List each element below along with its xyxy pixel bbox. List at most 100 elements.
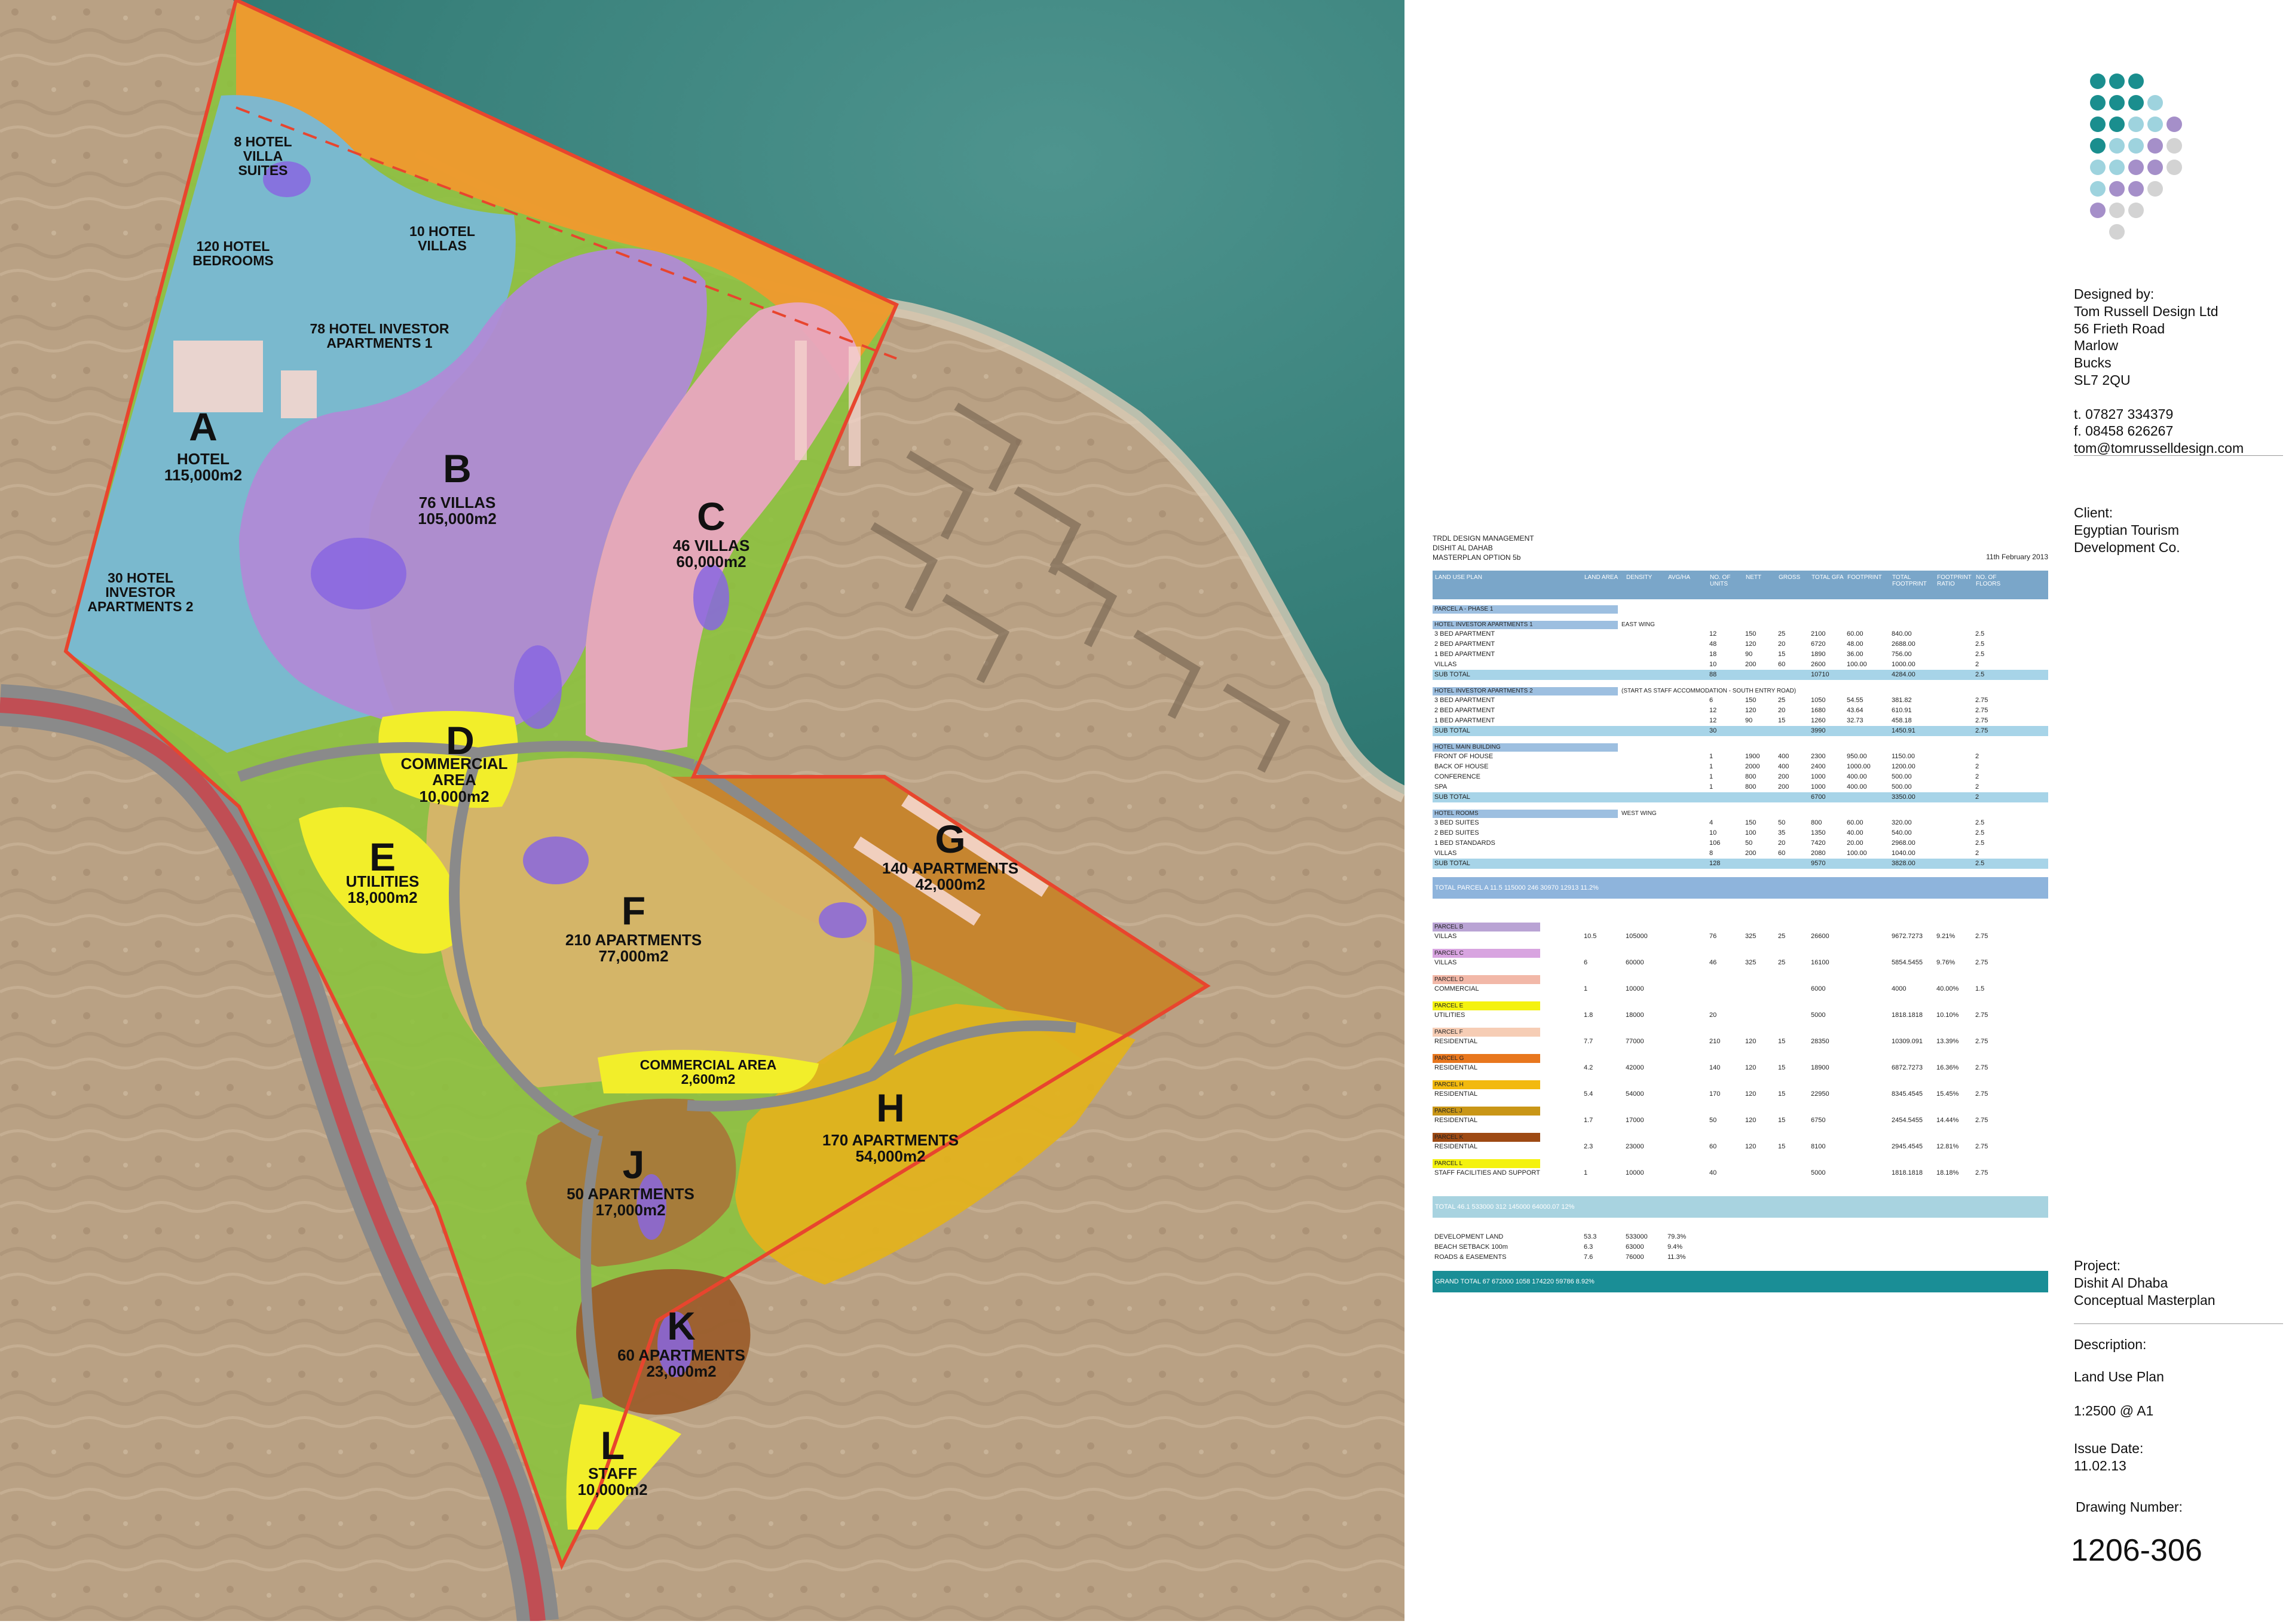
table-cell: 105000 [1626,933,1648,940]
table-cell: 6872.7273 [1892,1064,1923,1071]
table-cell [1582,762,1624,772]
table-cell: 1 [1709,763,1713,770]
table-row: VILLAS 8 200 60 2080 100.00 1040.00 2 [1433,848,2048,859]
table-cell [1624,660,1666,670]
table-cell [1935,649,1973,660]
table-row: SUB TOTAL 30 3990 1450.91 2.75 [1433,726,2048,736]
table-row: VILLAS 6 60000 46 325 25 16100 5854.5455 9.76% 2.… [1433,958,2048,968]
logo-dot [2128,95,2144,111]
table-cell: 1818.1818 [1892,1169,1923,1176]
table-cell: 2.75 [1975,1143,1988,1150]
parcel-tag: PARCEL G [1433,1054,1540,1063]
table-row: 2 BED APARTMENT 12 120 20 1680 43.64 610.91 2.7… [1433,706,2048,716]
project-line: Dishit Al Dhaba [2074,1274,2168,1291]
table-cell: 2.5 [1975,860,1985,867]
designer-email[interactable]: tom@tomrusselldesign.com [2074,440,2244,457]
table-cell: 3350.00 [1892,793,1915,801]
table-cell [1935,752,1973,762]
column-header: LAND USE PLAN [1435,574,1482,581]
table-cell: 28350 [1811,1038,1829,1045]
table-cell [1582,649,1624,660]
table-cell: 2 [1975,773,1979,780]
table-cell: 800 [1745,783,1757,790]
logo-dot [2090,95,2106,111]
divider [2074,455,2283,456]
table-cell: 150 [1745,697,1757,704]
parcel-tag: PARCEL K [1433,1133,1540,1142]
table-cell [1666,984,1708,994]
parcel-g-label: 140 APARTMENTS 42,000m2 [882,859,1019,894]
group-title: HOTEL MAIN BUILDING [1433,743,1618,752]
table-cell: 10309.091 [1892,1038,1923,1045]
table-cell [1776,1168,1809,1178]
table-cell [1582,838,1624,848]
column-header: FOOTPRINT RATIO [1937,574,1972,587]
table-cell: 18.18% [1936,1169,1959,1176]
client-block: Client: Egyptian Tourism Development Co. [2074,504,2180,556]
logo-dot [2090,160,2106,175]
table-cell: 76 [1709,933,1717,940]
table-cell: 950.00 [1847,753,1867,760]
designer-line: Bucks [2074,355,2112,370]
schedule-date: 11th February 2013 [1986,553,2048,561]
table-cell [1935,818,1973,828]
table-cell: 35 [1778,829,1786,836]
table-cell: 325 [1745,959,1757,966]
table-row: VILLAS 10 200 60 2600 100.00 1000.00 2 [1433,660,2048,670]
parcel-entry: PARCEL B VILLAS 10.5 105000 76 325 25 26600 9672… [1433,923,2048,942]
table-cell: 3828.00 [1892,860,1915,867]
table-cell [1666,1010,1708,1021]
table-cell: 2 BED SUITES [1434,829,1479,836]
table-cell: 60.00 [1847,630,1863,638]
table-cell: 22950 [1811,1090,1829,1098]
table-cell: 79.3% [1667,1233,1687,1240]
schedule-meta: TRDL DESIGN MANAGEMENT DISHIT AL DAHAB M… [1433,534,2048,562]
parcel-k-label: 60 APARTMENTS 23,000m2 [617,1346,745,1381]
table-cell [1582,706,1624,716]
table-cell [1624,838,1666,848]
table-cell: ROADS & EASEMENTS [1434,1254,1507,1261]
table-cell [1582,670,1624,680]
parcel-tag: PARCEL C [1433,949,1540,958]
table-cell: 1 BED APARTMENT [1434,717,1495,724]
table-cell [1776,859,1809,869]
designer-fax: f. 08458 626267 [2074,423,2174,439]
table-cell: CONFERENCE [1434,773,1481,780]
table-cell: 2600 [1811,661,1826,668]
designer-line: SL7 2QU [2074,372,2131,388]
table-cell [1582,828,1624,838]
table-cell [1666,818,1708,828]
table-cell: VILLAS [1434,959,1457,966]
table-cell [1666,1089,1708,1099]
parcel-l-label: STAFF 10,000m2 [577,1464,648,1499]
table-cell [1624,772,1666,782]
schedule-meta-line: MASTERPLAN OPTION 5b [1433,553,1521,562]
table-cell: VILLAS [1434,661,1457,668]
designer-heading: Designed by: [2074,286,2155,302]
table-row: RESIDENTIAL 2.3 23000 60 120 15 8100 2945.4545 1… [1433,1142,2048,1152]
table-cell [1935,660,1973,670]
annotation-commercial-area-2: COMMERCIAL AREA 2,600m2 [639,1057,777,1087]
table-cell [1845,1010,1890,1021]
table-cell: 2.5 [1975,630,1985,638]
table-cell [1935,782,1973,792]
table-cell: 10 [1709,829,1717,836]
table-row: CONFERENCE 1 800 200 1000 400.00 500.00 2 [1433,772,2048,782]
table-cell: 7420 [1811,839,1826,847]
logo-dot [2109,95,2125,111]
table-cell: 2.75 [1975,727,1988,734]
table-cell: 6750 [1811,1117,1826,1124]
logo-dot [2090,181,2106,197]
table-cell: 120 [1745,1064,1757,1071]
parcel-entry: PARCEL K RESIDENTIAL 2.3 23000 60 120 15 8100 29… [1433,1133,2048,1152]
table-cell: 20.00 [1847,839,1863,847]
table-cell [1743,726,1776,736]
table-cell: 40.00% [1936,985,1959,992]
table-cell: 5854.5455 [1892,959,1923,966]
table-cell: 54.55 [1847,697,1863,704]
table-cell: 12 [1709,707,1717,714]
table-cell [1845,931,1890,942]
table-cell: 15 [1778,651,1786,658]
table-cell [1935,762,1973,772]
table-cell: 1.7 [1584,1117,1593,1124]
